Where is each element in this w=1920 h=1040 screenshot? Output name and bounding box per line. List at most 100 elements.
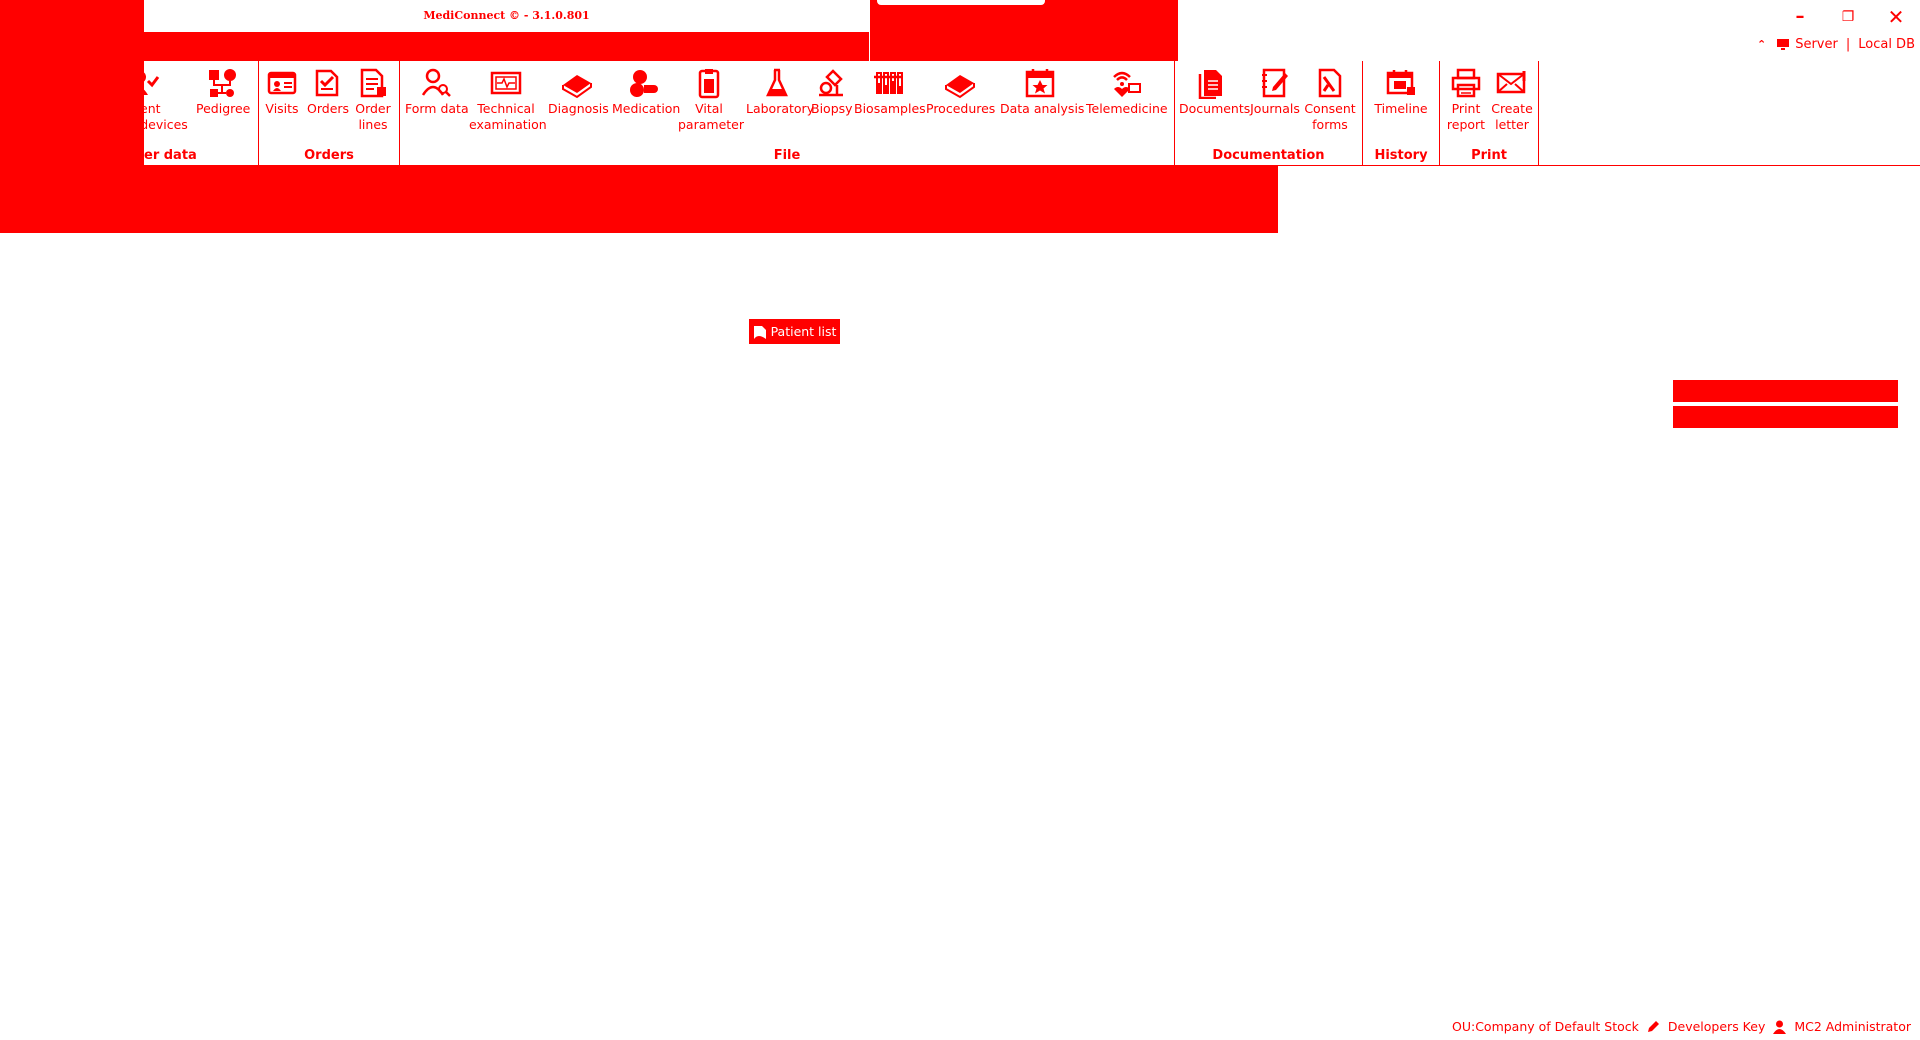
toolbar-band xyxy=(0,166,1278,233)
visits-icon xyxy=(267,71,297,95)
ribbon-data-analysis-label: Data analysis xyxy=(1000,101,1085,116)
ribbon-journals-label: Journals xyxy=(1250,101,1300,116)
ribbon-group-print-label: Print xyxy=(1471,148,1507,163)
title-right-block xyxy=(870,0,1178,61)
status-key: Developers Key xyxy=(1667,1019,1766,1034)
ribbon-biosamples-label: Biosamples xyxy=(854,101,926,116)
ribbon-pedigree-button[interactable]: Pedigree xyxy=(196,67,251,117)
ribbon-procedures-button[interactable]: Procedures xyxy=(926,67,996,117)
ribbon-timeline-button[interactable]: Timeline xyxy=(1367,67,1435,117)
ribbon-biopsy-label: Biopsy xyxy=(811,101,853,116)
ribbon-orders-button[interactable]: Orders xyxy=(307,67,350,117)
ribbon-order-lines-button[interactable]: Order lines xyxy=(353,67,393,133)
server-label[interactable]: Server xyxy=(1795,37,1838,52)
ribbon-medication-button[interactable]: Medication xyxy=(612,67,681,117)
status-bar: OU:Company of Default Stock Developers K… xyxy=(1452,1019,1911,1034)
consent-forms-icon xyxy=(1318,68,1342,98)
status-user: MC2 Administrator xyxy=(1794,1019,1911,1034)
data-analysis-icon xyxy=(1025,69,1055,98)
ribbon-data-analysis-button[interactable]: Data analysis xyxy=(1000,67,1085,117)
biosamples-icon xyxy=(874,72,903,94)
diagnosis-icon xyxy=(562,75,592,99)
documents-icon xyxy=(1198,70,1222,99)
medication-icon xyxy=(630,70,658,97)
patient-list-icon xyxy=(753,326,766,339)
ribbon-telemedicine-label: Telemedicine xyxy=(1086,101,1168,116)
status-ou: OU:Company of Default Stock xyxy=(1452,1019,1639,1034)
ribbon-visits-button[interactable]: Visits xyxy=(265,67,299,117)
pencil-icon xyxy=(1647,1021,1659,1032)
ribbon-timeline-label: Timeline xyxy=(1374,101,1428,116)
ribbon-consent-forms-label: Consent forms xyxy=(1304,101,1356,132)
title-bar: MediConnect © - 3.1.0.801 xyxy=(144,0,869,32)
ribbon-form-data-button[interactable]: Form data xyxy=(405,67,469,117)
laboratory-icon xyxy=(766,68,788,97)
ribbon-orders-label: Orders xyxy=(307,101,350,116)
collapse-ribbon-icon[interactable]: ⌃ xyxy=(1757,38,1766,51)
db-label[interactable]: Local DB xyxy=(1858,37,1915,52)
ribbon-patient-devices-button[interactable]: ent /devices xyxy=(132,67,188,133)
pedigree-icon xyxy=(209,69,236,97)
ribbon-patient-devices-line1: ent xyxy=(140,101,161,116)
ribbon-separator xyxy=(1538,61,1539,165)
ribbon-consent-forms-button[interactable]: Consent forms xyxy=(1303,67,1357,133)
ribbon-laboratory-label: Laboratory xyxy=(746,101,815,116)
side-panel-bar[interactable] xyxy=(1673,406,1898,428)
ribbon-order-lines-label: Order lines xyxy=(355,101,391,132)
ribbon-pedigree-label: Pedigree xyxy=(196,101,251,116)
procedures-icon xyxy=(945,75,975,99)
ribbon-vital-parameter-button[interactable]: Vital parameter xyxy=(678,67,744,133)
patient-list-button[interactable]: Patient list xyxy=(749,319,840,344)
restore-button[interactable]: ❐ xyxy=(1834,6,1862,28)
technical-examination-icon xyxy=(490,71,522,95)
patient-list-label: Patient list xyxy=(770,324,837,339)
ribbon-biopsy-button[interactable]: Biopsy xyxy=(811,67,853,117)
ribbon-group-documentation: Documents Journals Consent forms Documen… xyxy=(1175,61,1362,165)
ribbon-group-orders-label: Orders xyxy=(304,148,354,163)
ribbon-form-data-label: Form data xyxy=(405,101,469,116)
ribbon-group-file-label: File xyxy=(773,148,801,163)
window-title: MediConnect © - 3.1.0.801 xyxy=(423,9,590,22)
connection-indicator: ⌃ Server | Local DB xyxy=(1757,37,1915,52)
ribbon-vital-parameter-label: Vital parameter xyxy=(678,101,744,132)
ribbon-group-file: Form data Technical examination Diagnosi… xyxy=(400,61,1174,165)
patient-devices-icon xyxy=(132,71,160,95)
ribbon-journals-button[interactable]: Journals xyxy=(1249,67,1301,117)
ribbon-diagnosis-button[interactable]: Diagnosis xyxy=(548,67,609,117)
quick-access-bar xyxy=(144,32,869,61)
ribbon-group-master-data: ent /devices Pedigree er data xyxy=(132,61,258,165)
close-button[interactable]: ✕ xyxy=(1882,6,1910,28)
ribbon-patient-devices-line2: /devices xyxy=(136,117,188,132)
ribbon-documents-label: Documents xyxy=(1179,101,1251,116)
printer-icon xyxy=(1451,68,1481,98)
minimize-button[interactable]: – xyxy=(1786,6,1814,28)
biopsy-icon xyxy=(819,69,843,97)
orders-icon xyxy=(315,69,339,97)
ribbon-diagnosis-label: Diagnosis xyxy=(548,101,609,116)
ribbon-print-report-label: Print report xyxy=(1446,101,1486,132)
ribbon-biosamples-button[interactable]: Biosamples xyxy=(854,67,926,117)
ribbon-group-orders: Visits Orders Order lines Orders xyxy=(259,61,399,165)
side-panel-bar[interactable] xyxy=(1673,380,1898,402)
ribbon-technical-examination-label: Technical examination xyxy=(469,101,547,132)
ribbon-procedures-label: Procedures xyxy=(926,101,996,116)
envelope-icon xyxy=(1496,71,1526,94)
order-lines-icon xyxy=(360,68,386,98)
ribbon-medication-label: Medication xyxy=(612,101,681,116)
ribbon-documents-button[interactable]: Documents xyxy=(1179,67,1251,117)
ribbon-telemedicine-button[interactable]: Telemedicine xyxy=(1086,67,1168,117)
ribbon-technical-examination-button[interactable]: Technical examination xyxy=(469,67,547,133)
telemedicine-icon xyxy=(1113,71,1141,97)
user-icon xyxy=(1773,1020,1787,1034)
ribbon-laboratory-button[interactable]: Laboratory xyxy=(746,67,815,117)
ribbon-print-report-button[interactable]: Print report xyxy=(1444,67,1488,133)
ribbon-group-documentation-label: Documentation xyxy=(1212,148,1325,163)
monitor-icon xyxy=(1777,39,1790,50)
timeline-icon xyxy=(1386,70,1415,95)
vital-parameter-icon xyxy=(698,69,720,99)
ribbon-create-letter-button[interactable]: Create letter xyxy=(1490,67,1534,133)
server-separator: | xyxy=(1845,37,1851,52)
ribbon-group-history-label: History xyxy=(1374,148,1428,163)
title-tab[interactable] xyxy=(877,0,1045,5)
form-data-icon xyxy=(421,68,451,97)
